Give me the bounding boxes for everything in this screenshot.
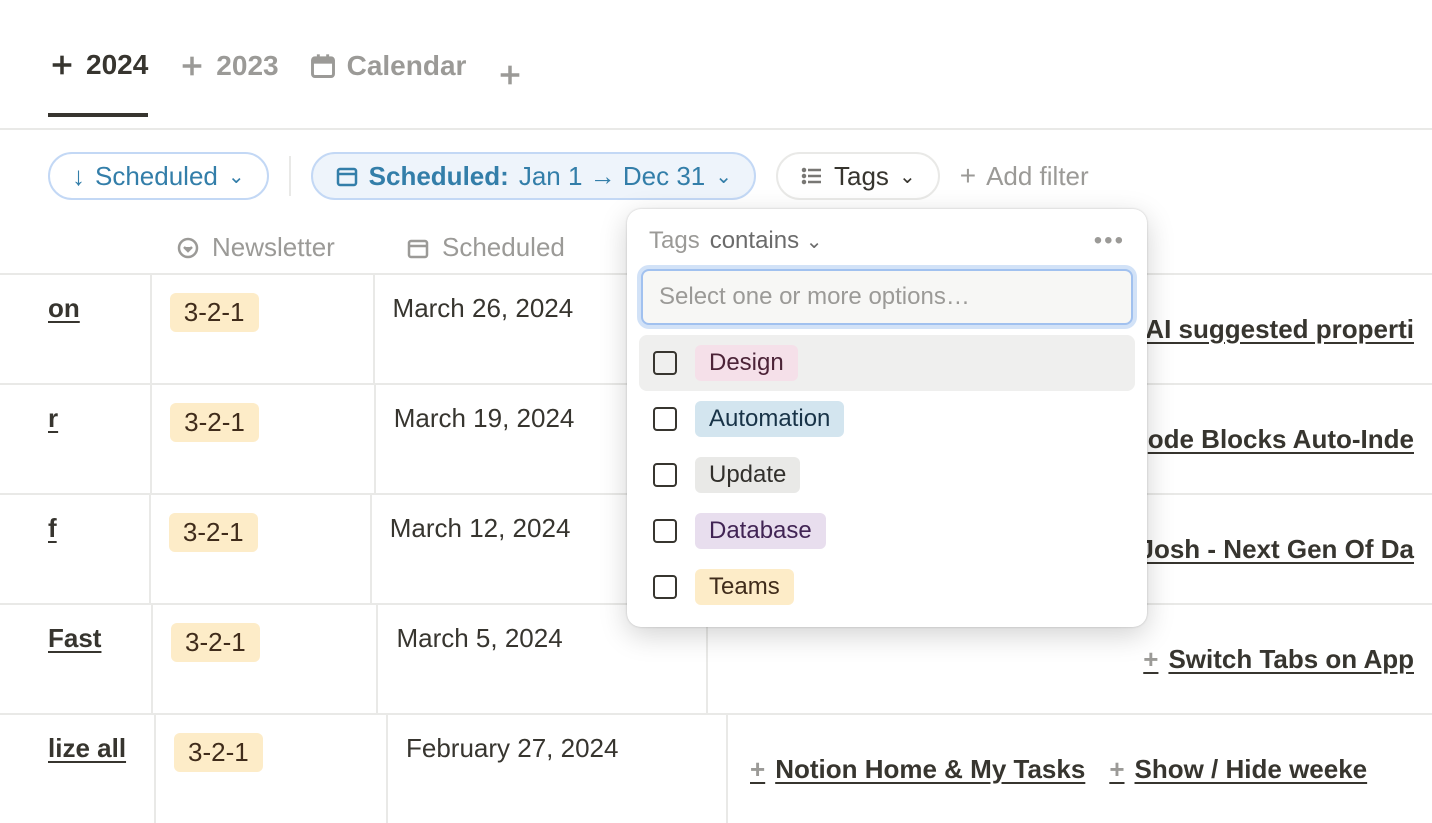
tag-option-teams[interactable]: Teams (639, 559, 1135, 615)
newsletter-badge: 3-2-1 (169, 513, 258, 552)
arrow-down-icon: ↓ (72, 161, 85, 192)
calendar-icon (406, 236, 430, 260)
tab-label: 2023 (216, 50, 278, 82)
chevron-down-icon: ⌄ (715, 164, 732, 189)
chevron-down-icon: ⌄ (806, 231, 823, 253)
newsletter-badge: 3-2-1 (171, 623, 260, 662)
calendar-icon (335, 164, 359, 188)
add-view-button[interactable] (496, 43, 524, 103)
relation-label: ode Blocks Auto-Inde (1148, 424, 1414, 455)
tag-chip: Update (695, 457, 800, 493)
col-label: Newsletter (212, 232, 335, 263)
calendar-icon (309, 52, 337, 80)
relation-label: AI suggested properti (1145, 314, 1414, 345)
plus-icon (496, 61, 524, 89)
col-header-title[interactable] (0, 222, 158, 273)
checkbox[interactable] (653, 519, 677, 543)
row-newsletter[interactable]: 3-2-1 (152, 385, 376, 493)
chevron-down-icon: ⌄ (228, 164, 245, 189)
relation-item[interactable]: + Notion Home & My Tasks (750, 733, 1085, 805)
relation-label: Josh - Next Gen Of Da (1140, 534, 1415, 565)
checkbox[interactable] (653, 407, 677, 431)
plus-icon: + (1143, 644, 1158, 675)
tab-2024[interactable]: 2024 (48, 31, 148, 117)
tag-chip: Automation (695, 401, 844, 437)
tab-calendar[interactable]: Calendar (309, 32, 467, 114)
plus-icon: + (750, 754, 765, 785)
tags-filter-pill[interactable]: Tags ⌄ (776, 152, 940, 200)
list-icon (800, 164, 824, 188)
newsletter-badge: 3-2-1 (174, 733, 263, 772)
col-label: Scheduled (442, 232, 565, 263)
newsletter-badge: 3-2-1 (170, 293, 259, 332)
row-title[interactable]: f (0, 495, 151, 603)
row-newsletter[interactable]: 3-2-1 (152, 275, 375, 383)
col-header-newsletter[interactable]: Newsletter (158, 222, 388, 273)
sort-label: Scheduled (95, 161, 218, 192)
row-title[interactable]: r (0, 385, 152, 493)
tab-2023[interactable]: 2023 (178, 32, 278, 114)
date-filter-prop: Scheduled: (369, 161, 509, 192)
plus-icon: + (1109, 754, 1124, 785)
popover-condition[interactable]: contains ⌄ (710, 227, 823, 255)
plus-icon (178, 52, 206, 80)
row-title[interactable]: lize all (0, 715, 156, 823)
tab-label: 2024 (86, 49, 148, 81)
tag-option-design[interactable]: Design (639, 335, 1135, 391)
relation-item[interactable]: +Josh - Next Gen Of Da (1114, 513, 1414, 585)
add-filter-label: Add filter (986, 161, 1089, 192)
popover-header: Tags contains ⌄ ••• (639, 223, 1135, 269)
date-filter-range: Jan 1 → Dec 31 (519, 161, 705, 192)
checkbox[interactable] (653, 351, 677, 375)
view-tabs: 2024 2023 Calendar (0, 0, 1432, 130)
tab-label: Calendar (347, 50, 467, 82)
row-extras: + Notion Home & My Tasks + Show / Hide week… (728, 715, 1432, 823)
row-newsletter[interactable]: 3-2-1 (153, 605, 378, 713)
checkbox[interactable] (653, 463, 677, 487)
tag-option-update[interactable]: Update (639, 447, 1135, 503)
relation-item[interactable]: +ode Blocks Auto-Inde (1123, 403, 1414, 475)
relation-label: Switch Tabs on App (1168, 644, 1414, 675)
relation-label: Show / Hide weeke (1135, 754, 1368, 785)
plus-icon (48, 51, 76, 79)
relation-item[interactable]: + Show / Hide weeke (1109, 733, 1367, 805)
tags-filter-popover: Tags contains ⌄ ••• Design Automation Upda… (627, 209, 1147, 627)
checkbox[interactable] (653, 575, 677, 599)
chevron-down-icon: ⌄ (899, 164, 916, 189)
row-title[interactable]: on (0, 275, 152, 383)
row-scheduled[interactable]: February 27, 2024 (388, 715, 728, 823)
row-newsletter[interactable]: 3-2-1 (156, 715, 388, 823)
select-icon (176, 236, 200, 260)
tag-option-automation[interactable]: Automation (639, 391, 1135, 447)
sort-pill[interactable]: ↓ Scheduled ⌄ (48, 152, 269, 200)
plus-icon: + (960, 160, 976, 192)
more-icon[interactable]: ••• (1094, 227, 1125, 255)
relation-label: Notion Home & My Tasks (775, 754, 1085, 785)
newsletter-badge: 3-2-1 (170, 403, 259, 442)
table-row[interactable]: lize all 3-2-1 February 27, 2024 + Notion Ho… (0, 713, 1432, 823)
tag-chip: Database (695, 513, 826, 549)
popover-options: Design Automation Update Database Teams (639, 335, 1135, 615)
popover-prop-label: Tags (649, 227, 700, 255)
row-newsletter[interactable]: 3-2-1 (151, 495, 372, 603)
relation-item[interactable]: +AI suggested properti (1120, 293, 1414, 365)
date-filter-pill[interactable]: Scheduled: Jan 1 → Dec 31 ⌄ (311, 152, 756, 200)
row-title[interactable]: Fast (0, 605, 153, 713)
tag-chip: Design (695, 345, 798, 381)
add-filter-button[interactable]: + Add filter (960, 160, 1089, 192)
tags-filter-label: Tags (834, 161, 889, 192)
tags-search-input[interactable] (641, 269, 1133, 325)
tag-option-database[interactable]: Database (639, 503, 1135, 559)
divider (289, 156, 291, 196)
tag-chip: Teams (695, 569, 794, 605)
relation-item[interactable]: + Switch Tabs on App (1143, 623, 1414, 695)
